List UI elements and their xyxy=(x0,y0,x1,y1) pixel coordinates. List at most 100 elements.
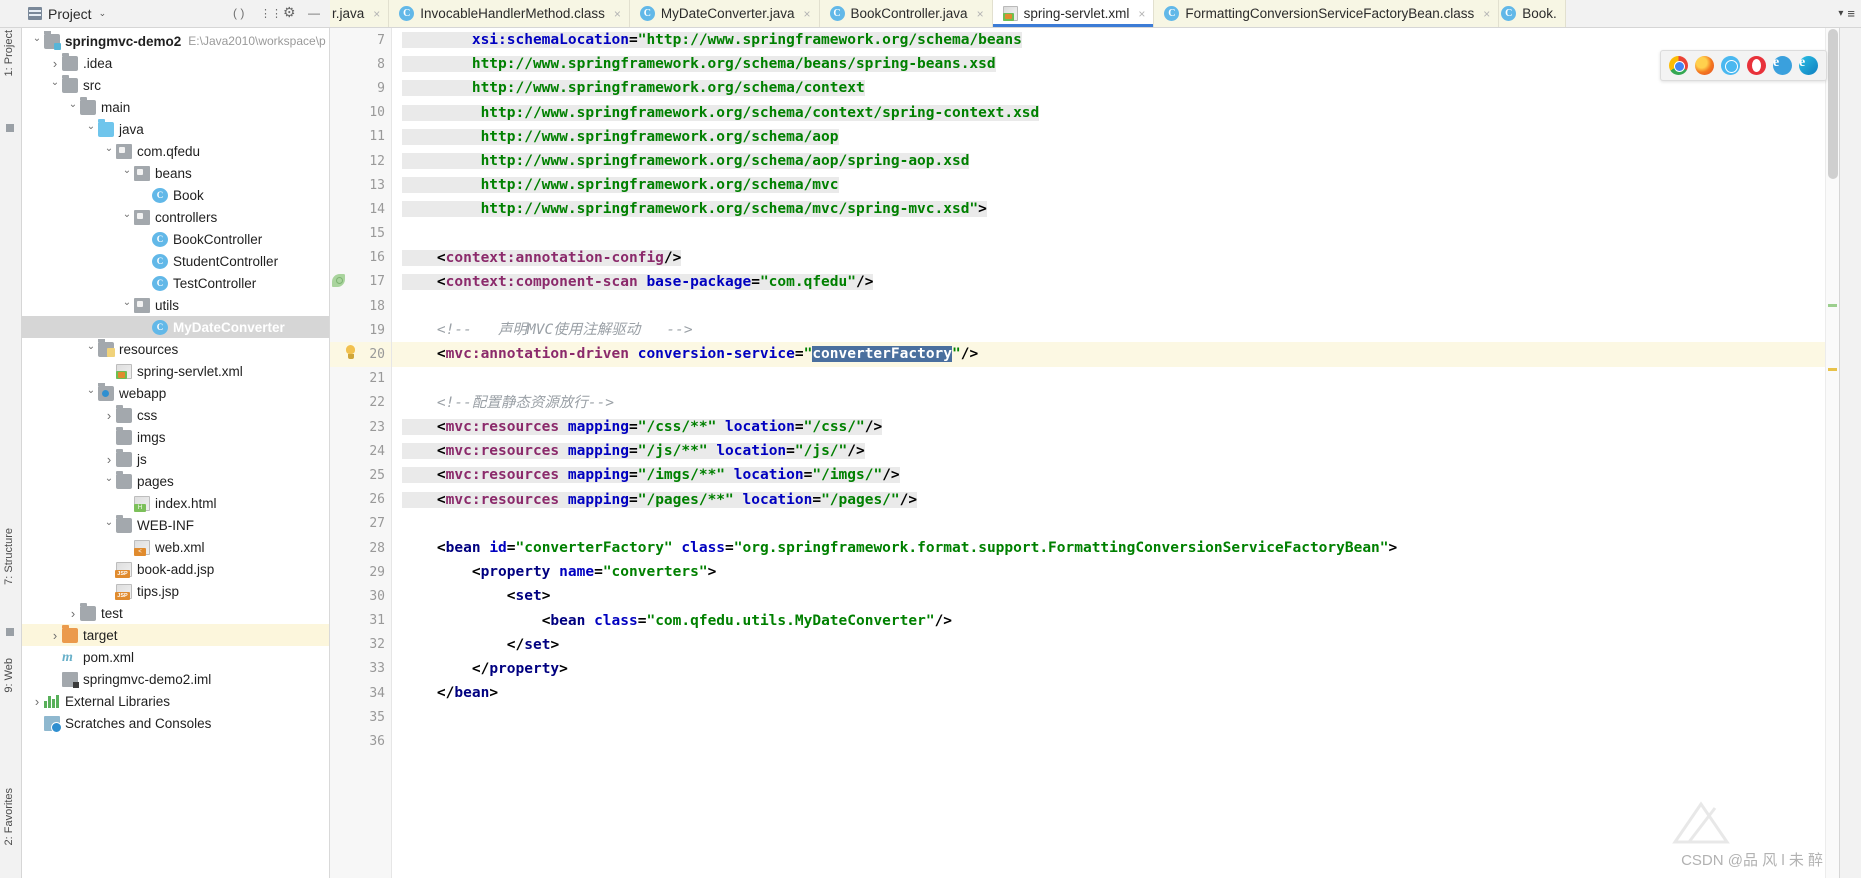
code-line-15[interactable] xyxy=(392,222,1839,246)
code-line-7[interactable]: xsi:schemaLocation="http://www.springfra… xyxy=(392,28,1839,52)
gutter-line-7[interactable]: 7 xyxy=(330,28,391,52)
code-line-34[interactable]: </bean> xyxy=(392,681,1839,705)
warning-marker[interactable] xyxy=(1828,368,1837,371)
gutter-line-25[interactable]: 25 xyxy=(330,463,391,487)
gutter-line-14[interactable]: 14 xyxy=(330,197,391,221)
gutter-line-15[interactable]: 15 xyxy=(330,222,391,246)
intention-bulb-icon[interactable] xyxy=(344,345,357,361)
code-line-26[interactable]: <mvc:resources mapping="/pages/**" locat… xyxy=(392,488,1839,512)
tree-node-scratches-and-consoles[interactable]: Scratches and Consoles xyxy=(22,712,329,734)
tree-node-external-libraries[interactable]: External Libraries xyxy=(22,690,329,712)
gear-icon[interactable] xyxy=(283,4,299,22)
gutter-line-16[interactable]: 16 xyxy=(330,246,391,270)
strip-label-web[interactable]: 9: Web xyxy=(3,658,15,693)
close-icon[interactable]: × xyxy=(1483,7,1490,21)
tree-node-web-xml[interactable]: web.xml xyxy=(22,536,329,558)
code-line-35[interactable] xyxy=(392,705,1839,729)
strip-label-structure[interactable]: 7: Structure xyxy=(3,528,15,585)
gutter-line-22[interactable]: 22 xyxy=(330,391,391,415)
tree-node-controllers[interactable]: controllers xyxy=(22,206,329,228)
collapse-all-icon[interactable] xyxy=(233,6,249,22)
close-icon[interactable]: × xyxy=(373,7,380,21)
code-line-20[interactable]: <mvc:annotation-driven conversion-servic… xyxy=(392,342,1839,367)
code-line-9[interactable]: http://www.springframework.org/schema/co… xyxy=(392,76,1839,100)
tree-node-js[interactable]: js xyxy=(22,448,329,470)
editor-scrollbar-thumb[interactable] xyxy=(1828,29,1838,179)
tree-node--idea[interactable]: .idea xyxy=(22,52,329,74)
tree-node-testcontroller[interactable]: C TestController xyxy=(22,272,329,294)
code-line-27[interactable] xyxy=(392,512,1839,536)
code-line-31[interactable]: <bean class="com.qfedu.utils.MyDateConve… xyxy=(392,609,1839,633)
gutter-line-12[interactable]: 12 xyxy=(330,149,391,173)
chevron-down-icon[interactable] xyxy=(66,102,80,113)
close-icon[interactable]: × xyxy=(1138,7,1145,21)
strip-label-project[interactable]: 1: Project xyxy=(3,30,15,76)
gutter-line-24[interactable]: 24 xyxy=(330,439,391,463)
editor-tab-mydateconverter-java[interactable]: C MyDateConverter.java × xyxy=(629,0,820,27)
code-line-28[interactable]: <bean id="converterFactory" class="org.s… xyxy=(392,536,1839,560)
editor-tab-bookcontroller-java[interactable]: C BookController.java × xyxy=(819,0,993,27)
tree-node-book[interactable]: C Book xyxy=(22,184,329,206)
gutter-line-34[interactable]: 34 xyxy=(330,681,391,705)
gutter-line-32[interactable]: 32 xyxy=(330,633,391,657)
editor-gutter[interactable]: 7 8 9 10 11 12 13 14 15 16 17 18 19 20 2… xyxy=(330,28,392,878)
gutter-line-35[interactable]: 35 xyxy=(330,705,391,729)
chevron-right-icon[interactable] xyxy=(66,606,80,621)
code-line-14[interactable]: http://www.springframework.org/schema/mv… xyxy=(392,197,1839,221)
code-line-30[interactable]: <set> xyxy=(392,584,1839,608)
code-line-33[interactable]: </property> xyxy=(392,657,1839,681)
tree-node-tips-jsp[interactable]: tips.jsp xyxy=(22,580,329,602)
gutter-line-30[interactable]: 30 xyxy=(330,584,391,608)
browser-launcher-popup[interactable] xyxy=(1660,50,1827,81)
code-line-36[interactable] xyxy=(392,729,1839,753)
gutter-line-26[interactable]: 26 xyxy=(330,488,391,512)
chevron-down-icon[interactable] xyxy=(102,476,116,487)
tree-node-src[interactable]: src xyxy=(22,74,329,96)
code-line-13[interactable]: http://www.springframework.org/schema/mv… xyxy=(392,173,1839,197)
inspection-marker[interactable] xyxy=(1828,304,1837,307)
chevron-down-icon[interactable] xyxy=(120,168,134,179)
gutter-line-20[interactable]: 20 xyxy=(330,342,391,367)
tree-node-utils[interactable]: utils xyxy=(22,294,329,316)
tree-node-css[interactable]: css xyxy=(22,404,329,426)
editor-tab-spring-servlet-xml[interactable]: spring-servlet.xml × xyxy=(992,0,1155,27)
strip-label-favorites[interactable]: 2: Favorites xyxy=(3,788,15,845)
code-line-25[interactable]: <mvc:resources mapping="/imgs/**" locati… xyxy=(392,463,1839,487)
tree-node-java[interactable]: java xyxy=(22,118,329,140)
chevron-down-icon[interactable] xyxy=(30,36,44,47)
chevron-right-icon[interactable] xyxy=(48,56,62,71)
gutter-line-21[interactable]: 21 xyxy=(330,367,391,391)
code-line-12[interactable]: http://www.springframework.org/schema/ao… xyxy=(392,149,1839,173)
gutter-line-11[interactable]: 11 xyxy=(330,125,391,149)
code-line-32[interactable]: </set> xyxy=(392,633,1839,657)
chevron-right-icon[interactable] xyxy=(102,408,116,423)
tree-node-com-qfedu[interactable]: com.qfedu xyxy=(22,140,329,162)
tree-node-studentcontroller[interactable]: C StudentController xyxy=(22,250,329,272)
tree-node-pages[interactable]: pages xyxy=(22,470,329,492)
gutter-line-27[interactable]: 27 xyxy=(330,512,391,536)
code-line-22[interactable]: <!--配置静态资源放行--> xyxy=(392,391,1839,415)
tree-node-springmvc-demo2[interactable]: springmvc-demo2 E:\Java2010\workspace\p xyxy=(22,30,329,52)
tree-node-mydateconverter[interactable]: C MyDateConverter xyxy=(22,316,329,338)
code-line-18[interactable] xyxy=(392,294,1839,318)
code-line-21[interactable] xyxy=(392,367,1839,391)
hide-toolwindow-icon[interactable] xyxy=(308,6,324,22)
tree-node-main[interactable]: main xyxy=(22,96,329,118)
editor-tab-book-[interactable]: C Book. xyxy=(1499,0,1566,27)
tree-node-beans[interactable]: beans xyxy=(22,162,329,184)
code-line-17[interactable]: <context:component-scan base-package="co… xyxy=(392,270,1839,294)
close-icon[interactable]: × xyxy=(803,7,810,21)
code-line-10[interactable]: http://www.springframework.org/schema/co… xyxy=(392,101,1839,125)
code-line-24[interactable]: <mvc:resources mapping="/js/**" location… xyxy=(392,439,1839,463)
tree-node-index-html[interactable]: index.html xyxy=(22,492,329,514)
gutter-line-19[interactable]: 19 xyxy=(330,318,391,342)
close-icon[interactable]: × xyxy=(977,7,984,21)
edge-browser-icon[interactable] xyxy=(1799,55,1818,75)
firefox-browser-icon[interactable] xyxy=(1695,56,1714,75)
chevron-right-icon[interactable] xyxy=(102,452,116,467)
chevron-down-icon[interactable] xyxy=(102,146,116,157)
code-line-16[interactable]: <context:annotation-config/> xyxy=(392,246,1839,270)
chevron-down-icon[interactable] xyxy=(120,300,134,311)
editor-tab-formattingconversionservicefactorybean-class[interactable]: C FormattingConversionServiceFactoryBean… xyxy=(1154,0,1500,27)
tree-node-imgs[interactable]: imgs xyxy=(22,426,329,448)
